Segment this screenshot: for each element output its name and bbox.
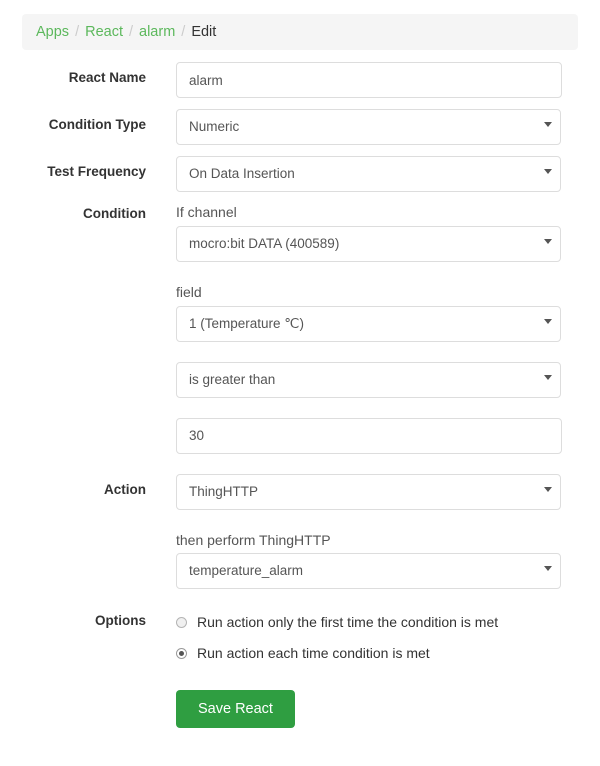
react-name-control — [176, 62, 562, 98]
breadcrumb-item-edit: Edit — [191, 24, 217, 40]
radio-first-time[interactable] — [176, 616, 187, 628]
condition-type-control: Numeric — [176, 109, 562, 145]
action-perform-sublabel: then perform ThingHTTP — [176, 531, 331, 548]
option-first-time[interactable]: Run action only the first time the condi… — [176, 611, 562, 633]
form-row-condition-type: Condition Type Numeric — [0, 109, 600, 145]
option-each-time-label: Run action each time condition is met — [197, 644, 430, 661]
condition-type-select-wrap: Numeric — [176, 109, 561, 145]
option-each-time[interactable]: Run action each time condition is met — [176, 642, 562, 664]
condition-threshold-input[interactable] — [176, 417, 562, 454]
breadcrumb-separator: / — [75, 24, 80, 40]
form-row-save: Save React — [0, 690, 600, 729]
condition-field-select[interactable]: 1 (Temperature ℃) — [176, 305, 561, 342]
test-frequency-control: On Data Insertion — [176, 156, 562, 192]
form-row-condition: Condition If channel mocro:bit DATA (400… — [0, 204, 600, 454]
condition-type-label: Condition Type — [48, 117, 146, 132]
condition-channel-select-wrap: mocro:bit DATA (400589) — [176, 225, 561, 262]
test-frequency-label: Test Frequency — [47, 164, 146, 179]
form-row-options: Options Run action only the first time t… — [0, 611, 600, 673]
condition-comparator-select-wrap: is greater than — [176, 361, 561, 398]
test-frequency-select[interactable]: On Data Insertion — [176, 156, 561, 192]
action-label: Action — [104, 481, 146, 497]
breadcrumb: Apps / React / alarm / Edit — [22, 14, 578, 50]
action-perform-select-wrap: temperature_alarm — [176, 553, 561, 590]
form-row-test-frequency: Test Frequency On Data Insertion — [0, 156, 600, 192]
save-react-button[interactable]: Save React — [176, 690, 295, 729]
action-select[interactable]: ThingHTTP — [176, 473, 561, 510]
breadcrumb-item-react[interactable]: React — [85, 24, 123, 40]
condition-field-sublabel: field — [176, 283, 202, 300]
condition-label: Condition — [83, 206, 146, 221]
save-spacer — [0, 690, 146, 698]
save-control: Save React — [176, 690, 562, 729]
action-perform-select[interactable]: temperature_alarm — [176, 553, 561, 590]
react-name-label: React Name — [68, 70, 146, 85]
react-edit-form: React Name Condition Type Numeric Test F… — [0, 62, 600, 729]
condition-channel-select[interactable]: mocro:bit DATA (400589) — [176, 225, 561, 262]
breadcrumb-separator: / — [128, 24, 134, 40]
breadcrumb-item-alarm[interactable]: alarm — [139, 24, 175, 40]
breadcrumb-separator: / — [181, 24, 186, 40]
condition-comparator-select[interactable]: is greater than — [176, 361, 561, 398]
react-name-input[interactable] — [176, 62, 562, 98]
options-label: Options — [95, 613, 146, 629]
form-row-action: Action ThingHTTP then perform ThingHTTP … — [0, 473, 600, 590]
condition-channel-sublabel: If channel — [176, 204, 237, 220]
form-row-react-name: React Name — [0, 62, 600, 98]
options-control: Run action only the first time the condi… — [176, 611, 562, 673]
option-first-time-label: Run action only the first time the condi… — [197, 613, 499, 630]
action-select-wrap: ThingHTTP — [176, 473, 561, 510]
action-control: ThingHTTP then perform ThingHTTP tempera… — [176, 473, 562, 590]
condition-field-select-wrap: 1 (Temperature ℃) — [176, 305, 561, 342]
condition-threshold-wrap — [176, 417, 562, 454]
test-frequency-select-wrap: On Data Insertion — [176, 156, 561, 192]
condition-type-select[interactable]: Numeric — [176, 109, 561, 145]
radio-each-time[interactable] — [176, 647, 187, 659]
condition-control: If channel mocro:bit DATA (400589) field… — [176, 204, 562, 454]
breadcrumb-item-apps[interactable]: Apps — [36, 24, 69, 40]
